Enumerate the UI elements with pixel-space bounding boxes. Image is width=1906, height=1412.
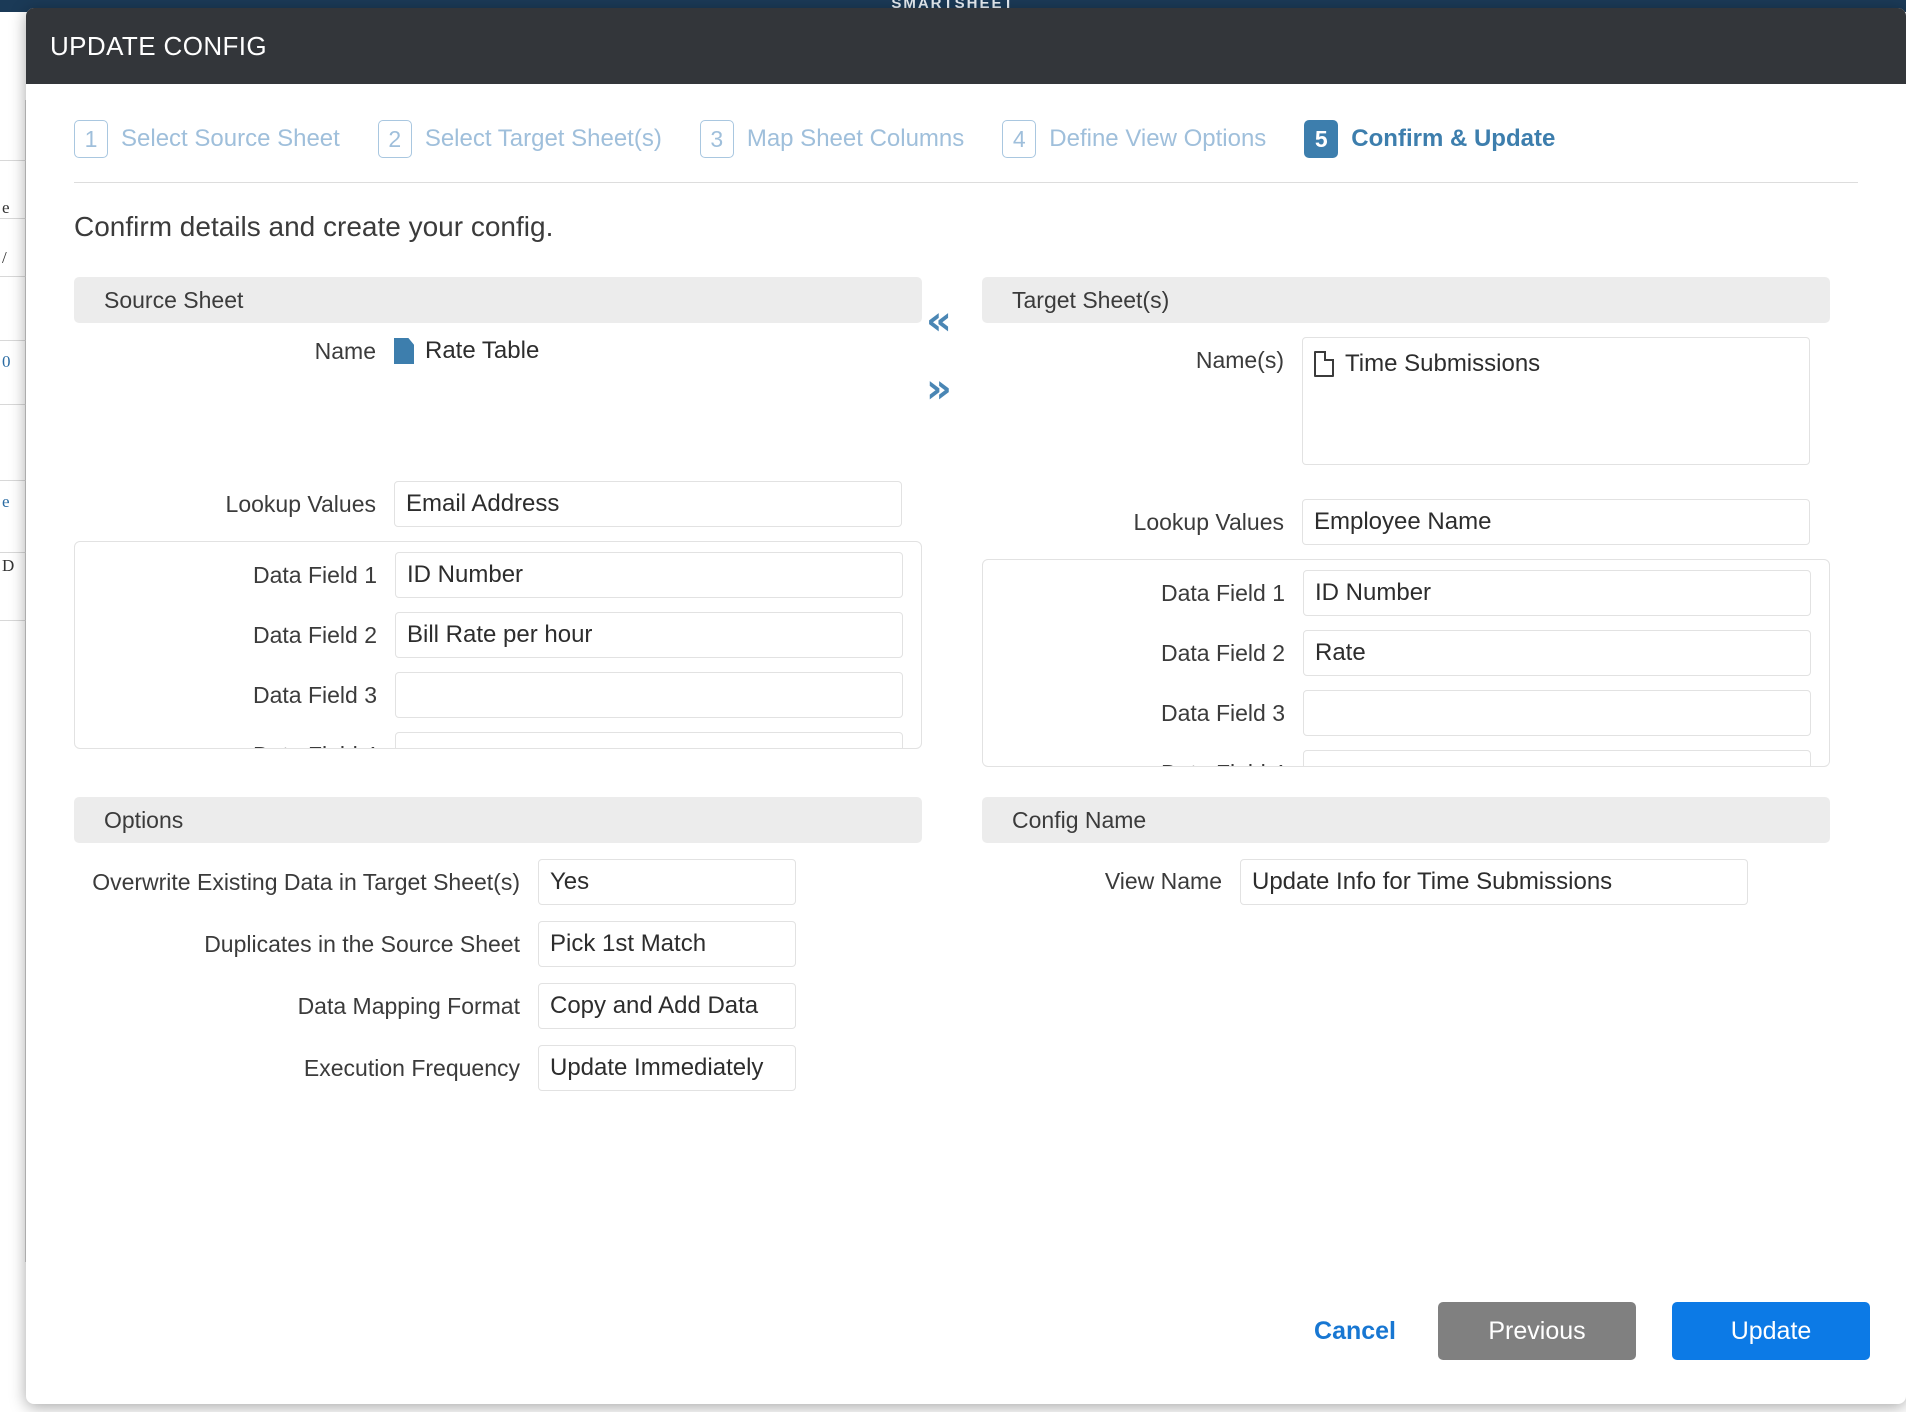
target-data-fields-panel[interactable]: Data Field 1 ID Number Data Field 2 Rate… [982, 559, 1830, 767]
update-config-modal: UPDATE CONFIG 1 Select Source Sheet 2 Se… [26, 8, 1906, 1404]
source-data-field-3-input[interactable] [395, 672, 903, 718]
modal-body: 1 Select Source Sheet 2 Select Target Sh… [26, 84, 1906, 1091]
sheet-mapping-columns: Source Sheet Name Rate Table Lookup Valu… [48, 277, 1884, 767]
map-left-chevron-icon[interactable]: « [926, 301, 952, 341]
config-name-section-header: Config Name [982, 797, 1830, 843]
step-number: 4 [1002, 120, 1037, 158]
view-name-row: View Name Update Info for Time Submissio… [982, 859, 1830, 905]
step-number: 3 [699, 120, 734, 158]
target-data-field-1-label: Data Field 1 [1160, 579, 1285, 606]
source-section-header: Source Sheet [74, 277, 922, 323]
step-label: Confirm & Update [1351, 125, 1556, 152]
source-name-row: Name Rate Table [74, 337, 922, 365]
view-name-label: View Name [1104, 868, 1222, 894]
target-lookup-label: Lookup Values [1133, 508, 1284, 535]
view-name-input[interactable]: Update Info for Time Submissions [1240, 859, 1748, 905]
target-data-field-4-input[interactable] [1303, 750, 1811, 766]
source-name-value-wrap: Rate Table [394, 337, 539, 365]
option-overwrite-label: Overwrite Existing Data in Target Sheet(… [92, 869, 520, 895]
previous-button[interactable]: Previous [1438, 1302, 1636, 1360]
target-data-field-3-label: Data Field 3 [1160, 699, 1285, 726]
background-sheet-gutter: e / 0 e D [0, 100, 26, 1262]
option-row-overwrite: Overwrite Existing Data in Target Sheet(… [74, 859, 922, 905]
source-data-field-4-input[interactable] [395, 732, 903, 748]
cancel-button[interactable]: Cancel [1308, 1316, 1402, 1347]
step-label: Map Sheet Columns [746, 125, 965, 152]
source-name-value: Rate Table [425, 337, 540, 364]
document-filled-icon [394, 338, 414, 364]
step-number: 2 [377, 120, 412, 158]
source-data-field-row: Data Field 3 [75, 672, 921, 718]
target-data-field-4-label: Data Field 4 [983, 760, 1303, 767]
step-select-target-sheets[interactable]: 2 Select Target Sheet(s) [377, 120, 662, 158]
target-data-field-row: Data Field 3 [983, 690, 1829, 736]
target-lookup-row: Lookup Values Employee Name [982, 499, 1830, 545]
lower-columns: Options Overwrite Existing Data in Targe… [48, 797, 1884, 1091]
option-mapping-format-label: Data Mapping Format [297, 993, 520, 1019]
source-sheet-column: Source Sheet Name Rate Table Lookup Valu… [74, 277, 922, 767]
target-data-field-2-input[interactable]: Rate [1303, 630, 1811, 676]
target-data-field-3-input[interactable] [1303, 690, 1811, 736]
target-lookup-input[interactable]: Employee Name [1302, 499, 1810, 545]
step-label: Select Source Sheet [121, 125, 340, 152]
source-name-label: Name [314, 337, 376, 364]
target-data-field-2-label: Data Field 2 [1160, 639, 1285, 666]
target-data-field-1-input[interactable]: ID Number [1303, 570, 1811, 616]
source-data-field-3-label: Data Field 3 [252, 681, 377, 708]
option-row-mapping-format: Data Mapping Format Copy and Add Data [74, 983, 922, 1029]
option-duplicates-input[interactable]: Pick 1st Match [538, 921, 796, 967]
wizard-stepper: 1 Select Source Sheet 2 Select Target Sh… [48, 84, 1884, 158]
option-duplicates-label: Duplicates in the Source Sheet [204, 931, 520, 957]
option-overwrite-input[interactable]: Yes [538, 859, 796, 905]
target-data-field-row: Data Field 2 Rate [983, 630, 1829, 676]
source-data-field-1-input[interactable]: ID Number [395, 552, 903, 598]
target-data-field-row: Data Field 1 ID Number [983, 570, 1829, 616]
step-number: 1 [74, 120, 108, 158]
config-name-column: Config Name View Name Update Info for Ti… [982, 797, 1830, 1091]
target-sheet-column: Target Sheet(s) Name(s) Time Submissions… [982, 277, 1830, 767]
option-execution-frequency-label: Execution Frequency [303, 1055, 520, 1081]
target-section-header: Target Sheet(s) [982, 277, 1830, 323]
stepper-divider [74, 182, 1858, 183]
step-select-source-sheet[interactable]: 1 Select Source Sheet [74, 120, 340, 158]
step-number: 5 [1304, 120, 1339, 158]
target-data-field-row: Data Field 4 [983, 750, 1829, 767]
step-label: Define View Options [1049, 125, 1267, 152]
source-data-field-row: Data Field 2 Bill Rate per hour [75, 612, 921, 658]
source-lookup-row: Lookup Values Email Address [74, 481, 922, 527]
target-names-list[interactable]: Time Submissions [1302, 337, 1810, 465]
modal-footer: Cancel Previous Update [26, 1302, 1906, 1360]
source-data-field-1-label: Data Field 1 [252, 561, 377, 588]
update-button[interactable]: Update [1672, 1302, 1870, 1360]
options-column: Options Overwrite Existing Data in Targe… [74, 797, 922, 1091]
target-name-item: Time Submissions [1314, 350, 1798, 378]
step-confirm-and-update[interactable]: 5 Confirm & Update [1304, 120, 1555, 158]
target-name-value: Time Submissions [1345, 350, 1541, 377]
step-define-view-options[interactable]: 4 Define View Options [1002, 120, 1266, 158]
document-outline-icon [1314, 351, 1334, 377]
source-data-field-row: Data Field 4 [75, 732, 921, 749]
source-data-field-2-input[interactable]: Bill Rate per hour [395, 612, 903, 658]
options-section-header: Options [74, 797, 922, 843]
target-names-row: Name(s) Time Submissions [982, 337, 1830, 465]
target-names-label: Name(s) [1195, 347, 1284, 373]
source-data-field-4-label: Data Field 4 [75, 742, 395, 749]
step-label: Select Target Sheet(s) [424, 125, 662, 152]
source-lookup-input[interactable]: Email Address [394, 481, 902, 527]
modal-header: UPDATE CONFIG [26, 8, 1906, 84]
map-right-chevron-icon[interactable]: » [926, 369, 952, 409]
source-lookup-label: Lookup Values [225, 490, 376, 517]
option-row-execution-frequency: Execution Frequency Update Immediately [74, 1045, 922, 1091]
option-row-duplicates: Duplicates in the Source Sheet Pick 1st … [74, 921, 922, 967]
source-data-field-row: Data Field 1 ID Number [75, 552, 921, 598]
source-data-field-2-label: Data Field 2 [252, 621, 377, 648]
source-data-fields-panel[interactable]: Data Field 1 ID Number Data Field 2 Bill… [74, 541, 922, 749]
option-mapping-format-input[interactable]: Copy and Add Data [538, 983, 796, 1029]
page-title: Confirm details and create your config. [74, 211, 554, 242]
modal-title: UPDATE CONFIG [50, 30, 268, 61]
option-execution-frequency-input[interactable]: Update Immediately [538, 1045, 796, 1091]
step-map-sheet-columns[interactable]: 3 Map Sheet Columns [699, 120, 965, 158]
